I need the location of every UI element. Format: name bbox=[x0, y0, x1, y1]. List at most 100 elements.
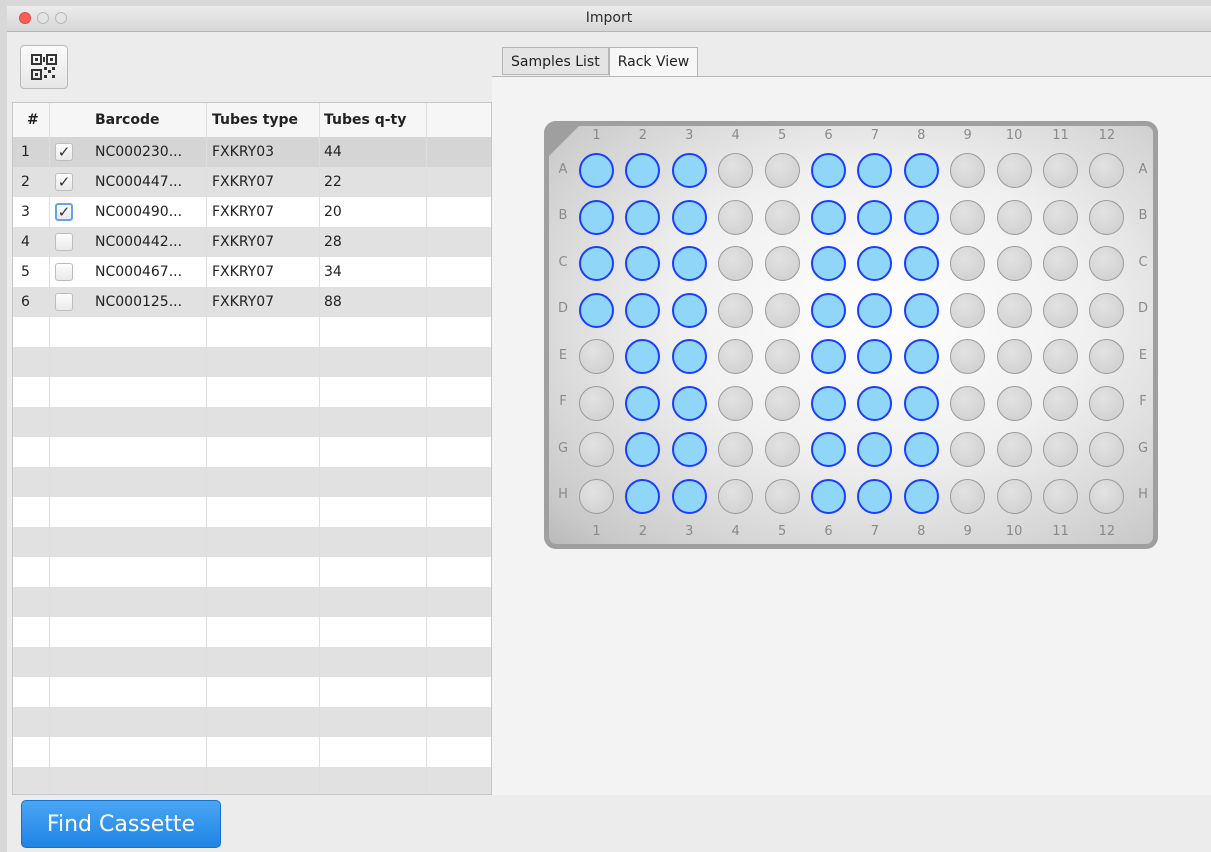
well-filled[interactable] bbox=[625, 199, 661, 235]
well-filled[interactable] bbox=[903, 292, 939, 328]
well-filled[interactable] bbox=[671, 292, 707, 328]
well-empty[interactable] bbox=[764, 385, 800, 421]
well-filled[interactable] bbox=[811, 199, 846, 235]
well-empty[interactable] bbox=[764, 432, 800, 467]
find-cassette-button[interactable]: Find Cassette bbox=[21, 800, 221, 848]
well-empty[interactable] bbox=[1089, 199, 1125, 235]
well-empty[interactable] bbox=[996, 153, 1032, 188]
well-filled[interactable] bbox=[671, 339, 707, 374]
well-filled[interactable] bbox=[811, 432, 846, 467]
well-empty[interactable] bbox=[764, 153, 800, 188]
well-empty[interactable] bbox=[718, 432, 754, 467]
well-empty[interactable] bbox=[1043, 153, 1078, 188]
well-filled[interactable] bbox=[811, 292, 846, 328]
well-filled[interactable] bbox=[579, 292, 614, 328]
well-filled[interactable] bbox=[671, 153, 707, 188]
table-row[interactable]: 6 NC000125... FXKRY07 88 bbox=[13, 287, 491, 317]
well-filled[interactable] bbox=[671, 199, 707, 235]
table-row[interactable]: 1 ✓ NC000230... FXKRY03 44 bbox=[13, 137, 491, 167]
column-header-number[interactable]: # bbox=[27, 103, 39, 137]
well-empty[interactable] bbox=[996, 246, 1032, 281]
well-empty[interactable] bbox=[950, 292, 986, 328]
well-empty[interactable] bbox=[1089, 385, 1125, 421]
well-empty[interactable] bbox=[579, 385, 614, 421]
well-filled[interactable] bbox=[857, 385, 893, 421]
well-empty[interactable] bbox=[764, 339, 800, 374]
well-empty[interactable] bbox=[1043, 246, 1078, 281]
well-filled[interactable] bbox=[857, 246, 893, 281]
well-filled[interactable] bbox=[625, 339, 661, 374]
well-empty[interactable] bbox=[996, 478, 1032, 514]
well-filled[interactable] bbox=[903, 478, 939, 514]
row-checkbox[interactable] bbox=[55, 293, 73, 311]
well-filled[interactable] bbox=[903, 246, 939, 281]
well-empty[interactable] bbox=[579, 339, 614, 374]
well-filled[interactable] bbox=[903, 385, 939, 421]
well-filled[interactable] bbox=[811, 246, 846, 281]
well-empty[interactable] bbox=[950, 478, 986, 514]
well-filled[interactable] bbox=[857, 199, 893, 235]
well-filled[interactable] bbox=[579, 153, 614, 188]
well-empty[interactable] bbox=[996, 292, 1032, 328]
row-checkbox[interactable] bbox=[55, 263, 73, 281]
well-empty[interactable] bbox=[1089, 292, 1125, 328]
well-empty[interactable] bbox=[950, 153, 986, 188]
table-row[interactable]: 2 ✓ NC000447... FXKRY07 22 bbox=[13, 167, 491, 197]
well-filled[interactable] bbox=[903, 199, 939, 235]
well-filled[interactable] bbox=[671, 432, 707, 467]
well-empty[interactable] bbox=[1043, 199, 1078, 235]
well-filled[interactable] bbox=[671, 385, 707, 421]
well-filled[interactable] bbox=[625, 153, 661, 188]
well-empty[interactable] bbox=[996, 199, 1032, 235]
well-empty[interactable] bbox=[1043, 292, 1078, 328]
well-empty[interactable] bbox=[764, 199, 800, 235]
well-empty[interactable] bbox=[950, 199, 986, 235]
well-filled[interactable] bbox=[811, 478, 846, 514]
well-empty[interactable] bbox=[950, 246, 986, 281]
well-empty[interactable] bbox=[718, 246, 754, 281]
well-empty[interactable] bbox=[1043, 478, 1078, 514]
well-empty[interactable] bbox=[718, 199, 754, 235]
table-row[interactable]: 4 NC000442... FXKRY07 28 bbox=[13, 227, 491, 257]
well-empty[interactable] bbox=[1089, 478, 1125, 514]
well-filled[interactable] bbox=[811, 153, 846, 188]
well-filled[interactable] bbox=[811, 339, 846, 374]
column-header-tubes-type[interactable]: Tubes type bbox=[212, 103, 298, 137]
well-filled[interactable] bbox=[903, 153, 939, 188]
tab-rack-view[interactable]: Rack View bbox=[608, 47, 699, 77]
row-checkbox[interactable]: ✓ bbox=[55, 173, 73, 191]
column-header-barcode[interactable]: Barcode bbox=[95, 103, 159, 137]
well-filled[interactable] bbox=[579, 199, 614, 235]
well-filled[interactable] bbox=[857, 292, 893, 328]
well-filled[interactable] bbox=[903, 432, 939, 467]
row-checkbox[interactable]: ✓ bbox=[55, 203, 73, 221]
well-empty[interactable] bbox=[718, 385, 754, 421]
well-filled[interactable] bbox=[857, 339, 893, 374]
well-empty[interactable] bbox=[764, 246, 800, 281]
well-empty[interactable] bbox=[1043, 432, 1078, 467]
scan-qr-button[interactable] bbox=[20, 45, 68, 89]
table-row[interactable]: 5 NC000467... FXKRY07 34 bbox=[13, 257, 491, 287]
column-header-tubes-qty[interactable]: Tubes q-ty bbox=[324, 103, 406, 137]
well-filled[interactable] bbox=[903, 339, 939, 374]
well-empty[interactable] bbox=[950, 385, 986, 421]
well-filled[interactable] bbox=[671, 246, 707, 281]
well-empty[interactable] bbox=[718, 339, 754, 374]
well-empty[interactable] bbox=[764, 478, 800, 514]
well-empty[interactable] bbox=[1089, 246, 1125, 281]
well-empty[interactable] bbox=[1089, 153, 1125, 188]
well-empty[interactable] bbox=[996, 339, 1032, 374]
well-filled[interactable] bbox=[857, 153, 893, 188]
well-empty[interactable] bbox=[996, 432, 1032, 467]
well-empty[interactable] bbox=[579, 432, 614, 467]
well-empty[interactable] bbox=[764, 292, 800, 328]
table-row[interactable]: 3 ✓ NC000490... FXKRY07 20 bbox=[13, 197, 491, 227]
well-empty[interactable] bbox=[950, 432, 986, 467]
well-filled[interactable] bbox=[857, 432, 893, 467]
well-empty[interactable] bbox=[1089, 339, 1125, 374]
well-filled[interactable] bbox=[857, 478, 893, 514]
well-empty[interactable] bbox=[1043, 339, 1078, 374]
well-empty[interactable] bbox=[718, 153, 754, 188]
well-filled[interactable] bbox=[625, 478, 661, 514]
well-filled[interactable] bbox=[625, 292, 661, 328]
